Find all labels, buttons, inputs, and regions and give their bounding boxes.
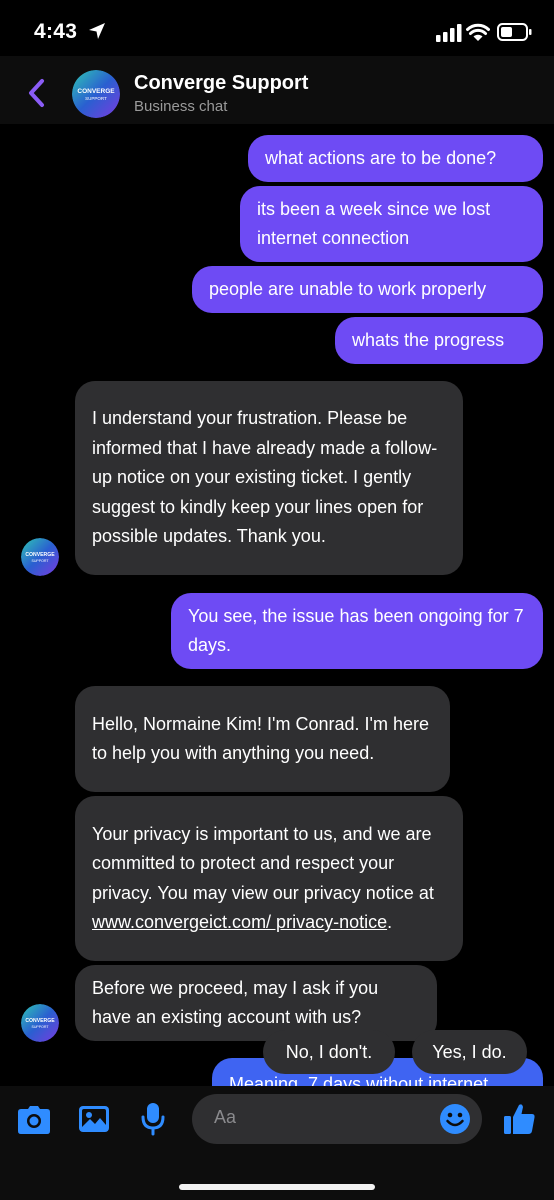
cellular-signal-icon: [436, 24, 462, 42]
message-bubble-outgoing[interactable]: whats the progress: [335, 317, 543, 364]
message-text: its been a week since we lost internet c…: [257, 198, 491, 249]
sender-avatar[interactable]: CONVERGE SUPPORT: [21, 1004, 59, 1042]
message-text: Hello, Normaine Kim! I'm Conrad. I'm her…: [92, 713, 429, 764]
message-text: Your privacy is important to us, and we …: [92, 820, 446, 938]
message-bubble-outgoing[interactable]: people are unable to work properly: [192, 266, 543, 313]
chat-title[interactable]: Converge Support: [134, 72, 308, 95]
avatar-text-top: CONVERGE: [25, 1018, 55, 1024]
message-text: people are unable to work properly: [209, 278, 487, 299]
location-arrow-icon: [89, 23, 105, 39]
avatar-text-top: CONVERGE: [25, 552, 55, 558]
avatar-text-bottom: SUPPORT: [85, 96, 107, 101]
wifi-icon: [466, 23, 490, 41]
battery-icon: [497, 23, 532, 41]
message-bubble-incoming[interactable]: Your privacy is important to us, and we …: [75, 796, 463, 961]
home-indicator: [179, 1184, 375, 1190]
sender-avatar[interactable]: CONVERGE SUPPORT: [21, 538, 59, 576]
status-time: 4:43: [34, 20, 78, 43]
message-text: whats the progress: [352, 329, 505, 350]
message-bubble-outgoing[interactable]: what actions are to be done?: [248, 135, 543, 182]
message-bubble-incoming[interactable]: Before we proceed, may I ask if you have…: [75, 965, 437, 1041]
message-text: what actions are to be done?: [265, 147, 497, 168]
message-input-placeholder: Aa: [214, 1107, 237, 1127]
message-text-part: .: [387, 912, 393, 932]
avatar-text-bottom: SUPPORT: [31, 559, 49, 563]
quick-reply-no[interactable]: No, I don't.: [263, 1030, 395, 1074]
privacy-notice-link[interactable]: www.convergeict.com/ privacy-notice: [92, 912, 387, 932]
message-text: I understand your frustration. Please be…: [92, 408, 438, 547]
message-text: You see, the issue has been ongoing for …: [188, 605, 524, 656]
avatar-text-top: CONVERGE: [77, 88, 115, 95]
emoji-icon[interactable]: [439, 1103, 471, 1135]
microphone-icon[interactable]: [141, 1102, 165, 1136]
message-bubble-incoming[interactable]: I understand your frustration. Please be…: [75, 381, 463, 575]
chat-subtitle: Business chat: [134, 98, 228, 115]
message-text: Before we proceed, may I ask if you have…: [92, 977, 379, 1028]
message-bubble-outgoing[interactable]: You see, the issue has been ongoing for …: [171, 593, 543, 669]
camera-icon[interactable]: [17, 1105, 51, 1135]
message-bubble-incoming[interactable]: Hello, Normaine Kim! I'm Conrad. I'm her…: [75, 686, 450, 792]
message-bubble-outgoing[interactable]: its been a week since we lost internet c…: [240, 186, 543, 262]
message-text-part: Your privacy is important to us, and we …: [92, 823, 434, 903]
photo-icon[interactable]: [78, 1105, 110, 1133]
converge-logo-avatar[interactable]: CONVERGE SUPPORT: [72, 70, 120, 118]
avatar-text-bottom: SUPPORT: [31, 1025, 49, 1029]
thumbs-up-icon[interactable]: [503, 1102, 536, 1135]
back-chevron-icon[interactable]: [22, 73, 56, 113]
quick-reply-yes[interactable]: Yes, I do.: [412, 1030, 527, 1074]
